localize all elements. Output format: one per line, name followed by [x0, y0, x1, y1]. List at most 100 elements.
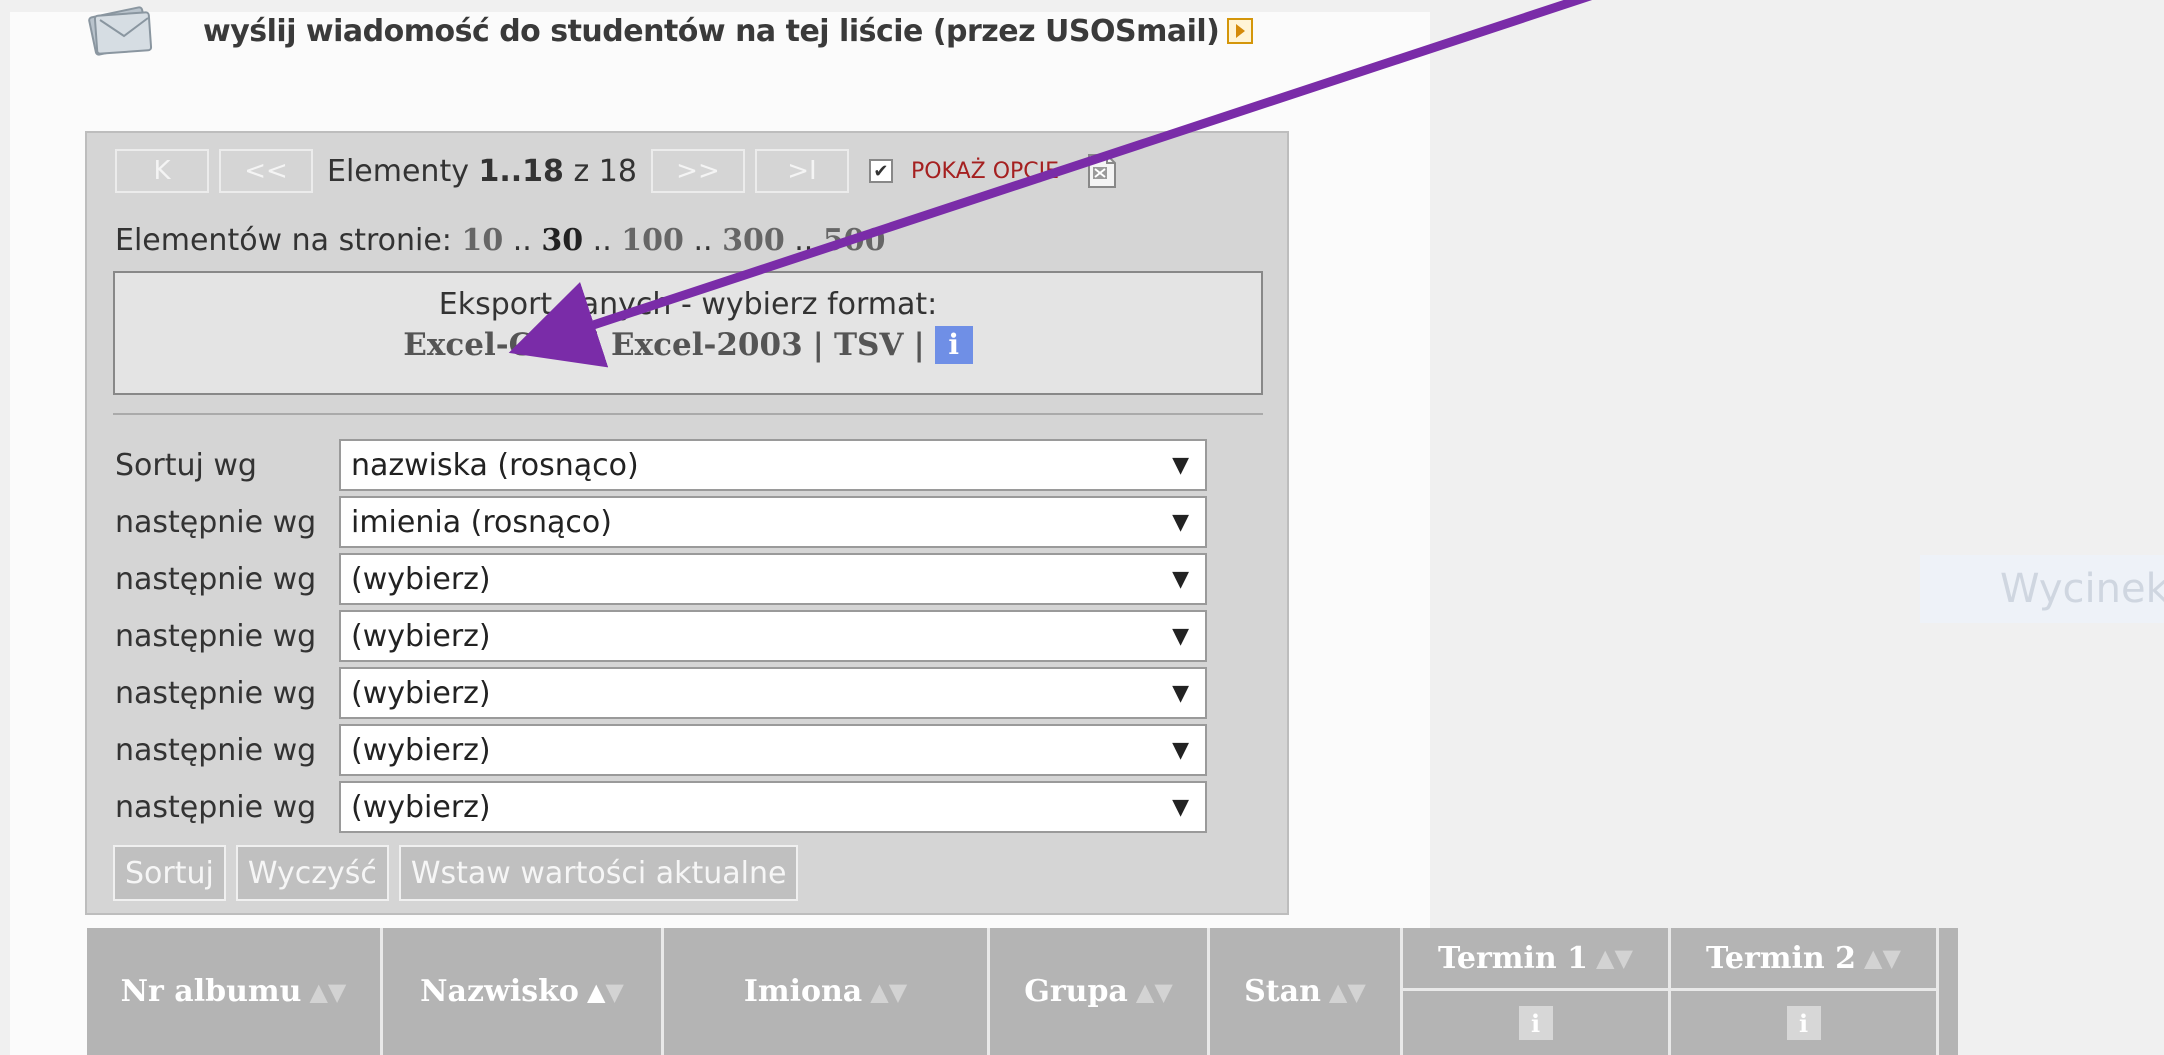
sort-label: następnie wg [115, 618, 317, 654]
sort-row: Sortuj wg nazwiska (rosnąco) ▼ [115, 439, 1207, 491]
column-header-status[interactable]: Stan ▲▼ [1210, 928, 1403, 1055]
sort-arrows-icon[interactable]: ▲▼ [870, 978, 907, 1006]
column-header-album-number[interactable]: Nr albumu ▲▼ [87, 928, 383, 1055]
sort-arrows-icon[interactable]: ▲▼ [587, 978, 624, 1006]
sort-label: następnie wg [115, 561, 317, 597]
column-header-surname[interactable]: Nazwisko ▲▼ [383, 928, 664, 1055]
sort-select-value: (wybierz) [351, 732, 491, 768]
elements-of: z [573, 153, 590, 189]
per-page-option-selected: 30 [541, 223, 584, 258]
chevron-down-icon: ▼ [1172, 737, 1189, 763]
column-header-first-names[interactable]: Imiona ▲▼ [664, 928, 990, 1055]
insert-current-values-button[interactable]: Wstaw wartości aktualne [398, 845, 799, 901]
column-header-label: Termin 1 [1438, 940, 1589, 976]
sort-actions: Sortuj Wyczyść Wstaw wartości aktualne [113, 845, 808, 901]
sort-select[interactable]: (wybierz) ▼ [339, 553, 1207, 605]
usosmail-link[interactable]: wyślij wiadomość do studentów na tej liś… [86, 2, 1386, 62]
show-options-checkbox[interactable]: ✔ [868, 159, 893, 183]
column-header-label: Nazwisko [420, 974, 579, 1009]
sort-row: następnie wg (wybierz) ▼ [115, 781, 1207, 833]
sort-row: następnie wg (wybierz) ▼ [115, 724, 1207, 776]
per-page-option[interactable]: 10 [461, 223, 503, 258]
sort-select-value: (wybierz) [351, 789, 491, 825]
chevron-down-icon: ▼ [1172, 566, 1189, 592]
sort-arrows-icon[interactable]: ▲▼ [1864, 944, 1901, 972]
sort-select-value: (wybierz) [351, 618, 491, 654]
term-2-info-icon[interactable]: i [1786, 1006, 1821, 1040]
column-header-label: Nr albumu [120, 974, 302, 1009]
export-format-links: Excel-CSV | Excel-2003 | TSV | i [115, 326, 1261, 364]
usosmail-link-text[interactable]: wyślij wiadomość do studentów na tej liś… [203, 14, 1220, 49]
students-table-header: Nr albumu ▲▼ Nazwisko ▲▼ Imiona ▲▼ Grupa… [87, 928, 1958, 1055]
column-header-label: Stan [1244, 974, 1321, 1009]
last-page-button[interactable]: >I [754, 149, 849, 193]
sort-label: Sortuj wg [115, 447, 257, 483]
first-page-button[interactable]: K [115, 149, 209, 193]
export-separator: | [812, 327, 824, 363]
chevron-down-icon: ▼ [1172, 623, 1189, 649]
elements-total: 18 [598, 153, 637, 189]
faded-snippet-text: Wycinek [2000, 566, 2164, 612]
elements-prefix: Elementy [327, 153, 469, 189]
per-page-selector: Elementów na stronie: 10 .. 30 .. 100 ..… [115, 223, 886, 258]
excel-export-icon[interactable] [1085, 153, 1119, 189]
column-header-group[interactable]: Grupa ▲▼ [990, 928, 1210, 1055]
export-title: Eksport danych - wybierz format: [438, 287, 938, 322]
per-page-separator: .. [693, 223, 713, 258]
sort-label: następnie wg [115, 504, 317, 540]
column-header-label: Grupa [1024, 974, 1128, 1009]
sort-arrows-icon[interactable]: ▲▼ [1329, 978, 1366, 1006]
column-header-term-2: Termin 2 ▲▼ i [1671, 928, 1939, 1055]
sort-arrows-icon[interactable]: ▲▼ [309, 978, 346, 1006]
show-options-label[interactable]: POKAŻ OPCJE [911, 159, 1059, 184]
next-page-button[interactable]: >> [650, 149, 745, 193]
chevron-down-icon: ▼ [1172, 452, 1189, 478]
export-info-icon[interactable]: i [934, 326, 973, 364]
sort-arrows-icon[interactable]: ▲▼ [1596, 944, 1633, 972]
sort-label: następnie wg [115, 789, 317, 825]
sort-button[interactable]: Sortuj [113, 845, 226, 901]
column-header-label: Termin 2 [1706, 940, 1857, 976]
sort-select[interactable]: nazwiska (rosnąco) ▼ [339, 439, 1207, 491]
table-header-tail [1939, 928, 1958, 1055]
list-options-panel: K << Elementy 1..18 z 18 >> >I ✔ POKAŻ O… [85, 131, 1289, 915]
sort-row: następnie wg (wybierz) ▼ [115, 553, 1207, 605]
per-page-separator: .. [592, 223, 612, 258]
faded-snippet-widget: Wycinek [1920, 555, 2164, 623]
term-1-header[interactable]: Termin 1 ▲▼ [1403, 928, 1668, 991]
per-page-option[interactable]: 100 [621, 223, 684, 258]
arrow-box-icon[interactable] [1227, 17, 1254, 44]
sort-select[interactable]: (wybierz) ▼ [339, 724, 1207, 776]
export-separator: | [589, 327, 602, 363]
sort-select[interactable]: imienia (rosnąco) ▼ [339, 496, 1207, 548]
export-box: Eksport danych - wybierz format: Excel-C… [113, 271, 1263, 395]
chevron-down-icon: ▼ [1172, 509, 1189, 535]
export-excel-csv-link[interactable]: Excel-CSV [403, 327, 579, 363]
column-header-term-1: Termin 1 ▲▼ i [1403, 928, 1671, 1055]
envelope-stack-icon [88, 6, 153, 56]
per-page-separator: .. [512, 223, 532, 258]
sort-select-value: (wybierz) [351, 675, 491, 711]
sort-select-value: (wybierz) [351, 561, 491, 597]
sort-select[interactable]: (wybierz) ▼ [339, 667, 1207, 719]
term-2-header[interactable]: Termin 2 ▲▼ [1671, 928, 1936, 991]
sort-row: następnie wg imienia (rosnąco) ▼ [115, 496, 1207, 548]
sort-row: następnie wg (wybierz) ▼ [115, 667, 1207, 719]
sort-select[interactable]: (wybierz) ▼ [339, 781, 1207, 833]
sort-select[interactable]: (wybierz) ▼ [339, 610, 1207, 662]
sort-label: następnie wg [115, 675, 317, 711]
export-tsv-link[interactable]: TSV [834, 327, 904, 363]
export-excel-2003-link[interactable]: Excel-2003 [611, 327, 803, 363]
per-page-option[interactable]: 300 [722, 223, 785, 258]
sort-arrows-icon[interactable]: ▲▼ [1136, 978, 1173, 1006]
sort-select-value: imienia (rosnąco) [351, 504, 612, 540]
prev-page-button[interactable]: << [219, 149, 313, 193]
elements-range-text: Elementy 1..18 z 18 [327, 154, 637, 189]
per-page-label: Elementów na stronie: [115, 223, 452, 258]
pager: K << Elementy 1..18 z 18 >> >I ✔ POKAŻ O… [115, 149, 1119, 193]
clear-button[interactable]: Wyczyść [235, 845, 389, 901]
column-header-label: Imiona [743, 974, 863, 1009]
chevron-down-icon: ▼ [1172, 680, 1189, 706]
per-page-option[interactable]: 500 [823, 223, 886, 258]
term-1-info-icon[interactable]: i [1518, 1006, 1553, 1040]
